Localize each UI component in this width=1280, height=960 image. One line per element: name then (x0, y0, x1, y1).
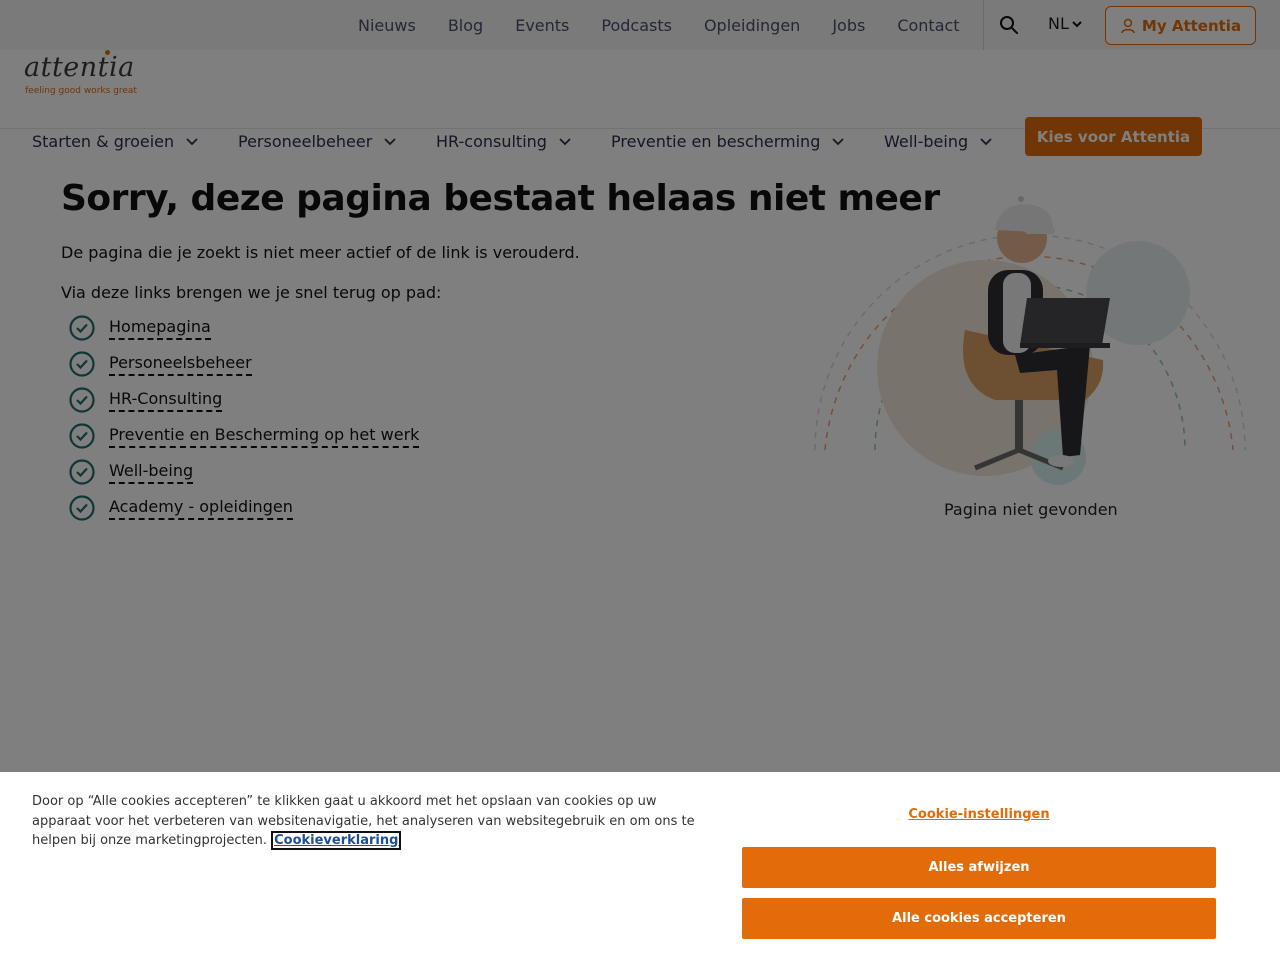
accept-all-button[interactable]: Alle cookies accepteren (742, 898, 1216, 939)
modal-overlay (0, 0, 1280, 772)
cookie-text-block: Door op “Alle cookies accepteren” te kli… (32, 792, 712, 851)
cookie-policy-link[interactable]: Cookieverklaring (271, 831, 402, 850)
cookie-settings-link[interactable]: Cookie-instellingen (742, 807, 1216, 822)
cookie-banner: Door op “Alle cookies accepteren” te kli… (0, 772, 1280, 960)
reject-all-button[interactable]: Alles afwijzen (742, 847, 1216, 888)
